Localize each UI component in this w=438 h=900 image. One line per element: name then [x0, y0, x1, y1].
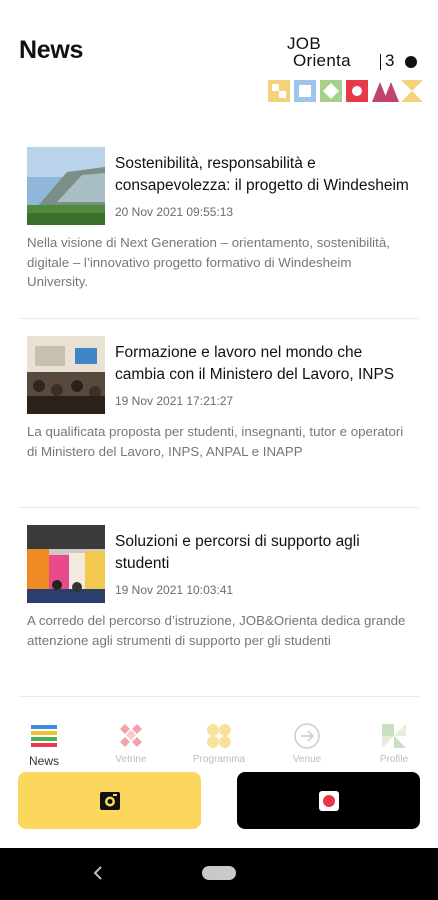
logo-separator — [380, 54, 381, 70]
tab-profile[interactable]: Profile — [359, 718, 429, 768]
logo-zero-mark — [405, 56, 417, 68]
news-title-line: Formazione e lavoro nel mondo che — [115, 344, 363, 361]
news-stripes-icon — [31, 725, 57, 747]
news-excerpt: A corredo del percorso d’istruzione, JOB… — [27, 613, 406, 648]
tab-news[interactable]: News — [9, 718, 79, 768]
tab-programma[interactable]: Programma — [184, 718, 254, 768]
news-list: Sostenibilità, responsabilità e consapev… — [0, 130, 438, 697]
tab-venue[interactable]: Venue — [272, 718, 342, 768]
arrow-circle-icon — [294, 723, 320, 749]
news-excerpt: La qualificata proposta per studenti, in… — [27, 424, 404, 459]
news-item[interactable]: Sostenibilità, responsabilità e consapev… — [18, 130, 420, 319]
tab-vetrine-label: Vetrine — [115, 754, 147, 765]
news-title-line: cambia con il Ministero del Lavoro, INPS — [115, 366, 395, 383]
tab-programma-label: Programma — [192, 754, 246, 765]
app-header: News JOB Orienta 3 — [0, 0, 438, 120]
logo-shapes-icon — [268, 80, 423, 102]
news-title[interactable]: Sostenibilità, responsabilità e consapev… — [115, 153, 420, 197]
home-pill[interactable] — [202, 866, 236, 880]
back-icon[interactable] — [91, 864, 105, 882]
vetrine-icon — [120, 724, 142, 747]
news-title-line: Soluzioni e percorsi di supporto agli — [115, 533, 360, 550]
record-icon — [318, 790, 339, 811]
tab-news-label: News — [28, 754, 59, 768]
news-date: 19 Nov 2021 10:03:41 — [115, 583, 234, 597]
bottom-navigation: News Vetrine Programma Venue Profile — [0, 718, 438, 768]
news-excerpt: Nella visione di Next Generation – orien… — [27, 235, 390, 289]
profile-icon — [382, 724, 406, 748]
news-thumbnail — [27, 336, 105, 414]
news-item[interactable]: Soluzioni e percorsi di supporto agli st… — [18, 508, 420, 697]
news-title-line: Sostenibilità, responsabilità e — [115, 155, 316, 172]
system-navigation-bar — [0, 848, 438, 900]
news-thumbnail — [27, 525, 105, 603]
news-title-line: consapevolezza: il progetto di Windeshei… — [115, 177, 409, 194]
news-item[interactable]: Formazione e lavoro nel mondo che cambia… — [18, 319, 420, 508]
record-button[interactable] — [237, 772, 420, 829]
programma-icon — [207, 724, 231, 748]
tab-vetrine[interactable]: Vetrine — [96, 718, 166, 768]
logo-anniversary: 3 — [385, 51, 395, 70]
news-title[interactable]: Formazione e lavoro nel mondo che cambia… — [115, 342, 420, 386]
news-title[interactable]: Soluzioni e percorsi di supporto agli st… — [115, 531, 420, 575]
tab-venue-label: Venue — [292, 754, 322, 765]
camera-icon — [99, 791, 120, 810]
tab-profile-label: Profile — [379, 754, 409, 765]
page-title: News — [19, 36, 84, 64]
job-orienta-logo: JOB Orienta 3 — [268, 32, 423, 107]
logo-orienta-text: Orienta — [293, 51, 351, 70]
news-thumbnail — [27, 147, 105, 225]
news-date: 20 Nov 2021 09:55:13 — [115, 205, 234, 219]
news-title-line: studenti — [115, 555, 170, 572]
news-date: 19 Nov 2021 17:21:27 — [115, 394, 234, 408]
camera-button[interactable] — [18, 772, 201, 829]
